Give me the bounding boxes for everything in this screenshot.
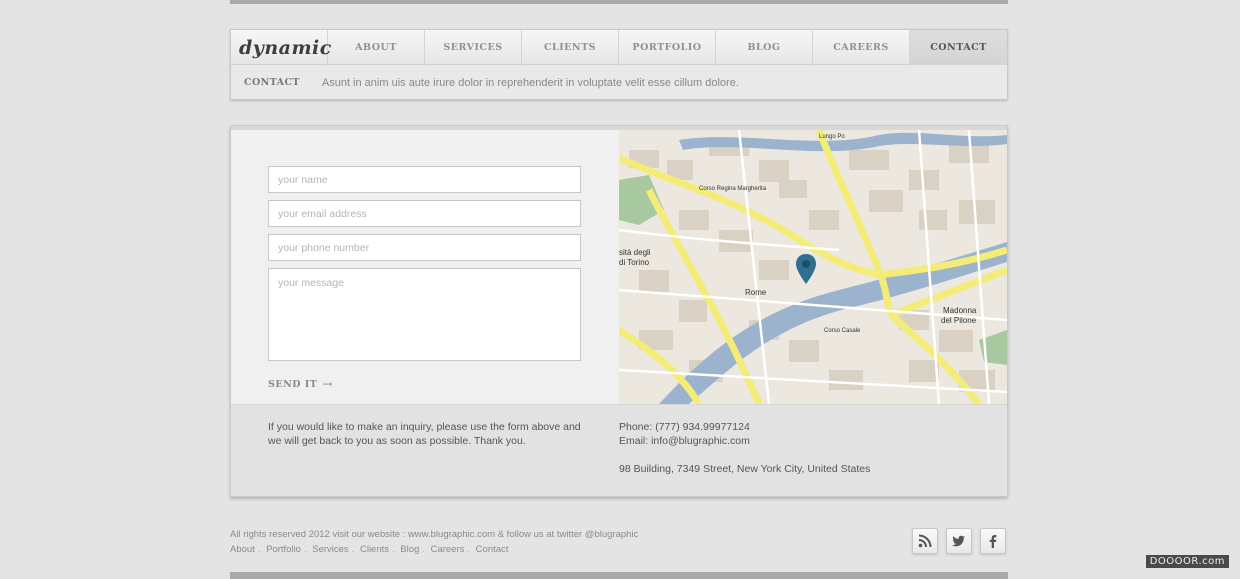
footer-link-contact[interactable]: Contact (476, 544, 509, 555)
page-title: CONTACT (244, 77, 300, 88)
contact-details: Phone: (777) 934.99977124 Email: info@bl… (619, 420, 870, 476)
nav-about[interactable]: ABOUT (328, 30, 425, 65)
contact-form: SEND IT → (268, 166, 581, 392)
address-text: 98 Building, 7349 Street, New York City,… (619, 463, 871, 475)
map-label: di Torino (619, 258, 650, 267)
contact-info: If you would like to make an inquiry, pl… (231, 404, 1007, 496)
name-input[interactable] (268, 166, 581, 193)
map-label: Madonna (943, 306, 977, 315)
email-input[interactable] (268, 200, 581, 227)
footer-links: About. Portfolio. Services. Clients. Blo… (230, 544, 509, 555)
twitter-button[interactable] (946, 528, 972, 554)
twitter-icon (952, 535, 965, 547)
phone-input[interactable] (268, 234, 581, 261)
map-label: Rome (745, 288, 767, 297)
footer-link-clients[interactable]: Clients (360, 544, 389, 555)
phone-text: Phone: (777) 934.99977124 (619, 421, 750, 433)
send-button[interactable]: SEND IT → (268, 377, 333, 391)
nav-services[interactable]: SERVICES (425, 30, 522, 65)
map-label: Corso Regina Margherita (699, 186, 767, 192)
nav-clients[interactable]: CLIENTS (522, 30, 619, 65)
nav-contact[interactable]: CONTACT (910, 30, 1007, 65)
map-label: sità degli (619, 248, 651, 257)
sub-header: CONTACT Asunt in anim uis aute irure dol… (231, 66, 1007, 99)
site-footer: All rights reserved 2012 visit our websi… (230, 527, 638, 557)
watermark: DOOOOR.com (1145, 555, 1229, 568)
rss-button[interactable] (912, 528, 938, 554)
main-nav: dynamic ABOUT SERVICES CLIENTS PORTFOLIO… (231, 30, 1007, 65)
map-label: Lungo Po (819, 134, 845, 140)
rss-icon (918, 534, 932, 548)
footer-link-services[interactable]: Services (312, 544, 348, 555)
contact-panel: SEND IT → (230, 125, 1008, 497)
facebook-button[interactable] (980, 528, 1006, 554)
inquiry-text: If you would like to make an inquiry, pl… (268, 421, 581, 447)
copyright-text: All rights reserved 2012 visit our websi… (230, 529, 639, 540)
nav-portfolio[interactable]: PORTFOLIO (619, 30, 716, 65)
bottom-accent-bar (230, 572, 1008, 579)
footer-link-portfolio[interactable]: Portfolio (266, 544, 301, 555)
logo[interactable]: dynamic (231, 30, 331, 65)
footer-link-careers[interactable]: Careers (431, 544, 465, 555)
map-label: del Pilone (941, 316, 977, 325)
email-text: Email: info@blugraphic.com (619, 435, 750, 447)
location-map[interactable]: sità degli di Torino Rome Madonna del Pi… (619, 130, 1007, 404)
nav-careers[interactable]: CAREERS (813, 30, 910, 65)
footer-link-blog[interactable]: Blog (400, 544, 419, 555)
nav-blog[interactable]: BLOG (716, 30, 813, 65)
arrow-right-icon: → (322, 377, 333, 391)
map-pin-icon[interactable] (796, 254, 816, 284)
footer-link-about[interactable]: About (230, 544, 255, 555)
top-accent-bar (230, 0, 1008, 4)
facebook-icon (989, 535, 997, 548)
page-tagline: Asunt in anim uis aute irure dolor in re… (321, 76, 739, 89)
site-header: dynamic ABOUT SERVICES CLIENTS PORTFOLIO… (230, 29, 1008, 100)
send-label: SEND IT (268, 378, 318, 390)
message-input[interactable] (268, 268, 581, 361)
map-label: Corso Casale (824, 328, 861, 334)
